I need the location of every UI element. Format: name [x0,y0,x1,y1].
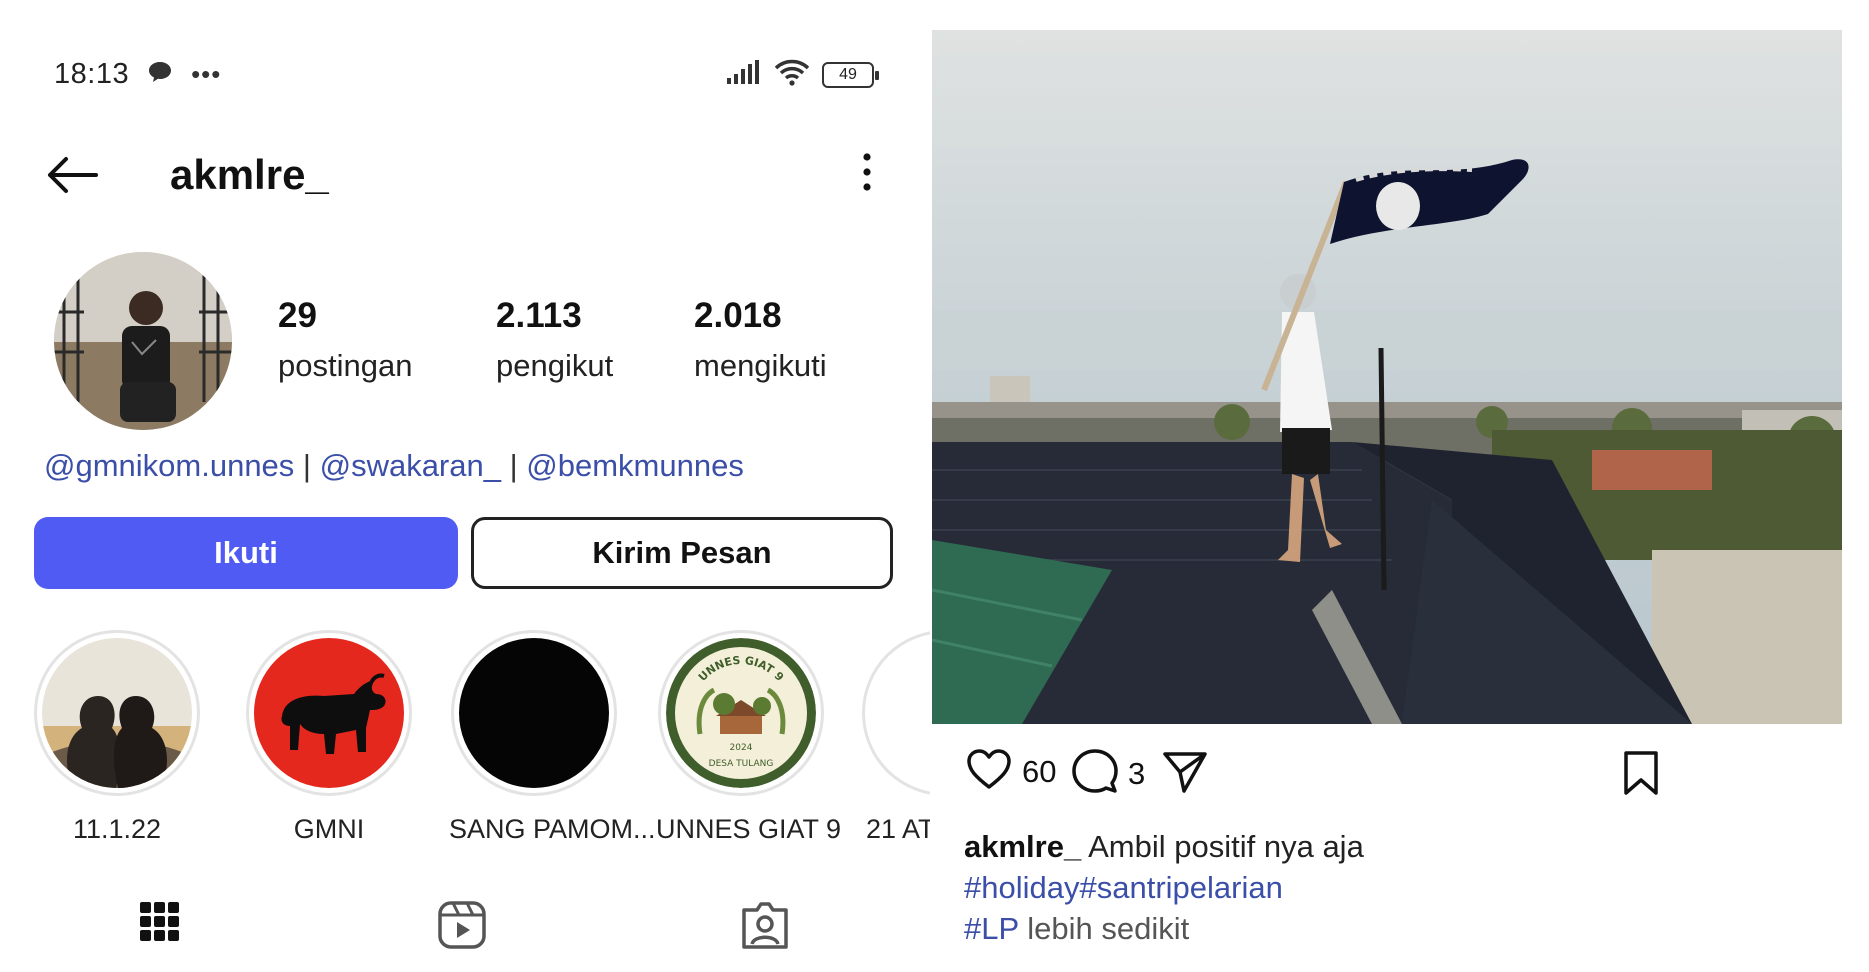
stat-followers[interactable]: 2.113 pengikut [496,296,613,384]
post-screen: 60 3 akmlre_ Ambil positif nya aja #holi… [930,0,1869,972]
wifi-icon [774,58,810,91]
bio-link-bemkmunnes[interactable]: @bemkmunnes [526,448,744,483]
highlight-bull-logo [254,638,404,788]
stat-following-value: 2.018 [694,296,782,335]
profile-tab-bar [0,900,930,960]
follow-button[interactable]: Ikuti [34,517,458,589]
highlight-item[interactable]: 21 AT. [862,630,930,845]
post-actions: 60 3 [966,748,1826,804]
highlight-ring [34,630,200,796]
send-message-button[interactable]: Kirim Pesan [471,517,893,589]
svg-text:2024: 2024 [730,743,753,753]
bio-link-swakaran[interactable]: @swakaran_ [320,448,501,483]
highlight-ring [451,630,617,796]
highlight-ring: UNNES GIAT 9 2024 DESA TULANG [658,630,824,796]
highlight-item[interactable]: 11.1.22 [32,630,202,845]
caption-text: Ambil positif nya aja [1088,829,1364,864]
highlight-label: GMNI [293,814,365,844]
stat-posts-label: postingan [278,348,413,383]
avatar[interactable] [54,252,232,430]
stat-followers-value: 2.113 [496,296,582,335]
svg-text:DESA TULANG: DESA TULANG [709,759,774,769]
heart-icon[interactable] [966,748,1012,795]
signal-bars-icon [726,59,762,90]
highlight-item[interactable]: SANG PAMOM... [449,630,656,845]
bio-separator: | [500,448,527,483]
tagged-icon[interactable] [739,900,791,957]
grid-icon[interactable] [138,900,182,957]
highlight-partial-image [870,638,930,788]
caption-line-3: #LP lebih sedikit [964,908,1824,949]
status-bar: 18:13 ••• 49 [54,54,879,94]
more-options-icon[interactable] [860,152,874,197]
comment-icon[interactable] [1072,748,1118,799]
caption-hashtags[interactable]: #holiday#santripelarian [964,867,1824,908]
caption-less-toggle[interactable]: lebih sedikit [1027,911,1189,946]
highlight-item[interactable]: UNNES GIAT 9 2024 DESA TULANG UNNES GIAT… [656,630,842,845]
bio-links: @gmnikom.unnes | @swakaran_ | @bemkmunne… [44,448,744,484]
like-group: 60 [966,748,1056,795]
highlight-label: UNNES GIAT 9 [656,814,842,844]
like-count[interactable]: 60 [1022,754,1056,790]
post-caption: akmlre_ Ambil positif nya aja #holiday#s… [964,826,1824,949]
highlight-label: SANG PAMOM... [449,814,656,844]
highlight-couple-image [42,638,192,788]
more-dots-icon: ••• [191,58,222,89]
caption-line-1: akmlre_ Ambil positif nya aja [964,826,1824,867]
highlight-unnes-badge: UNNES GIAT 9 2024 DESA TULANG [666,638,816,788]
chat-bubble-icon [147,60,173,89]
share-icon[interactable] [1162,750,1208,794]
profile-username: akmlre_ [170,151,329,198]
comment-count[interactable]: 3 [1128,756,1145,792]
stat-followers-label: pengikut [496,348,614,383]
highlight-black-image [459,638,609,788]
battery-icon: 49 [822,61,879,88]
profile-screen: 18:13 ••• 49 akmlre_ 29 postingan 2.113 … [0,0,930,972]
highlight-item[interactable]: GMNI [244,630,414,845]
stat-posts[interactable]: 29 postingan [278,296,412,384]
post-photo[interactable] [932,30,1842,724]
highlight-label: 21 AT. [866,814,930,844]
stat-following-label: mengikuti [694,348,827,383]
highlight-ring [862,630,930,796]
stat-following[interactable]: 2.018 mengikuti [694,296,827,384]
caption-hashtag-lp[interactable]: #LP [964,911,1019,946]
stat-posts-value: 29 [278,296,317,335]
bookmark-icon[interactable] [1622,750,1660,796]
highlight-label: 11.1.22 [72,814,162,844]
status-time: 18:13 [54,57,130,90]
bio-separator: | [294,448,320,483]
back-arrow-icon[interactable] [44,155,100,195]
highlight-ring [246,630,412,796]
reels-icon[interactable] [437,900,487,957]
comment-group: 3 [1072,748,1145,799]
profile-header: akmlre_ [44,140,874,210]
bio-link-gmnikom[interactable]: @gmnikom.unnes [44,448,294,483]
caption-username[interactable]: akmlre_ [964,829,1081,864]
